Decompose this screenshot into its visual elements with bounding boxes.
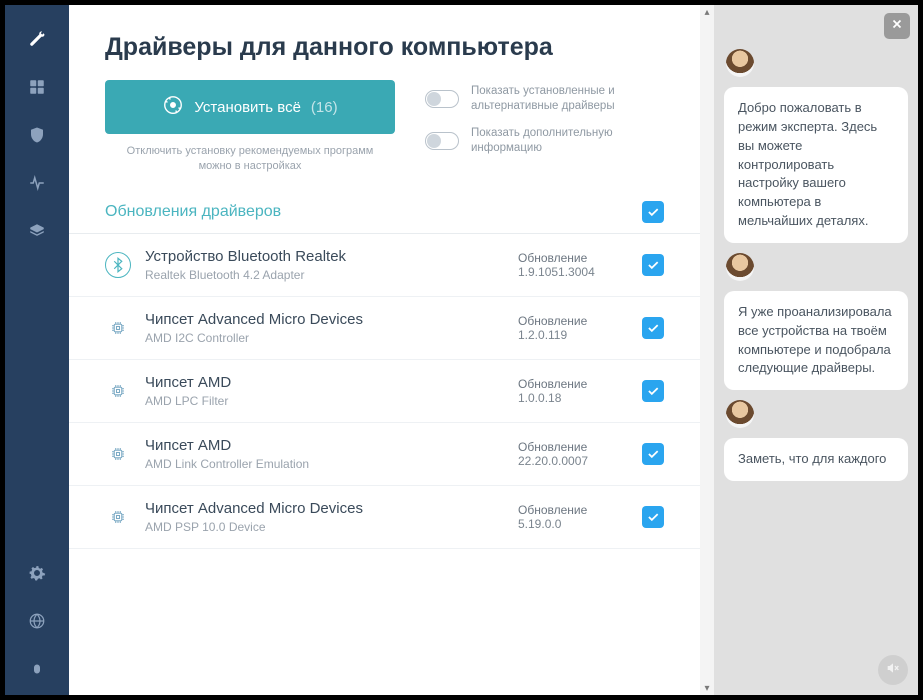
driver-info: Чипсет AMD AMD Link Controller Emulation — [145, 437, 504, 471]
driver-update: Обновление5.19.0.0 — [518, 503, 628, 531]
driver-list: Устройство Bluetooth Realtek Realtek Blue… — [69, 234, 700, 695]
section-header: Обновления драйверов — [69, 191, 700, 234]
toggle-label: Показать дополнительную информацию — [471, 126, 641, 156]
bluetooth-icon — [105, 252, 131, 278]
update-label: Обновление — [518, 377, 628, 391]
toggles: Показать установленные и альтернативные … — [425, 80, 641, 156]
main-scrollbar[interactable]: ▴ ▾ — [700, 5, 714, 695]
chat-sound-button[interactable] — [878, 655, 908, 685]
install-hint: Отключить установку рекомендуемых програ… — [120, 144, 380, 175]
sidebar-item-grid[interactable] — [5, 65, 69, 113]
shield-icon — [28, 126, 46, 149]
driver-row[interactable]: Чипсет Advanced Micro Devices AMD I2C Con… — [69, 297, 700, 360]
chip-icon — [105, 504, 131, 530]
driver-info: Чипсет Advanced Micro Devices AMD I2C Con… — [145, 311, 504, 345]
sidebar-item-shield[interactable] — [5, 113, 69, 161]
section-title: Обновления драйверов — [105, 203, 642, 221]
wrench-icon — [28, 30, 46, 53]
grid-icon — [28, 78, 46, 101]
sidebar-item-globe[interactable] — [5, 599, 69, 647]
chat-message: Я уже проанализировала все устройства на… — [724, 291, 908, 390]
chip-icon — [105, 378, 131, 404]
update-version: 22.20.0.0007 — [518, 454, 628, 468]
driver-row[interactable]: Чипсет AMD AMD LPC Filter Обновление1.0.0.… — [69, 360, 700, 423]
driver-checkbox[interactable] — [642, 254, 664, 276]
chat-message: Добро пожаловать в режим эксперта. Здесь… — [724, 87, 908, 243]
switch-icon[interactable] — [425, 90, 459, 108]
update-label: Обновление — [518, 314, 628, 328]
sidebar-item-bug[interactable] — [5, 647, 69, 695]
page-title: Драйверы для данного компьютера — [105, 33, 664, 62]
driver-sub: AMD Link Controller Emulation — [145, 457, 504, 471]
chip-icon — [105, 315, 131, 341]
driver-info: Чипсет AMD AMD LPC Filter — [145, 374, 504, 408]
driver-checkbox[interactable] — [642, 380, 664, 402]
driver-row[interactable]: Чипсет AMD AMD Link Controller Emulation О… — [69, 423, 700, 486]
layers-icon — [28, 222, 46, 245]
driver-checkbox[interactable] — [642, 317, 664, 339]
driver-update: Обновление1.0.0.18 — [518, 377, 628, 405]
driver-update: Обновление22.20.0.0007 — [518, 440, 628, 468]
disc-icon — [162, 94, 184, 120]
update-version: 1.9.1051.3004 — [518, 265, 628, 279]
driver-name: Чипсет AMD — [145, 437, 504, 454]
driver-info: Чипсет Advanced Micro Devices AMD PSP 10.… — [145, 500, 504, 534]
update-label: Обновление — [518, 251, 628, 265]
driver-checkbox[interactable] — [642, 506, 664, 528]
chat-panel: Добро пожаловать в режим эксперта. Здесь… — [714, 5, 918, 695]
toggle-label: Показать установленные и альтернативные … — [471, 84, 641, 114]
avatar — [726, 49, 754, 77]
sidebar-item-activity[interactable] — [5, 161, 69, 209]
scroll-up-icon[interactable]: ▴ — [700, 5, 714, 19]
driver-sub: AMD LPC Filter — [145, 394, 504, 408]
update-version: 1.2.0.119 — [518, 328, 628, 342]
main-header: Драйверы для данного компьютера — [69, 5, 700, 80]
install-block: Установить всё (16) Отключить установку … — [105, 80, 395, 175]
update-version: 5.19.0.0 — [518, 517, 628, 531]
driver-sub: AMD I2C Controller — [145, 331, 504, 345]
driver-name: Устройство Bluetooth Realtek — [145, 248, 504, 265]
sidebar — [5, 5, 69, 695]
switch-icon[interactable] — [425, 132, 459, 150]
bug-icon — [28, 660, 46, 683]
chip-icon — [105, 441, 131, 467]
driver-sub: Realtek Bluetooth 4.2 Adapter — [145, 268, 504, 282]
avatar — [726, 253, 754, 281]
gear-icon — [28, 564, 46, 587]
toggle-show-installed[interactable]: Показать установленные и альтернативные … — [425, 84, 641, 114]
chat-message: Заметь, что для каждого — [724, 438, 908, 481]
avatar — [726, 400, 754, 428]
driver-row[interactable]: Устройство Bluetooth Realtek Realtek Blue… — [69, 234, 700, 297]
driver-name: Чипсет AMD — [145, 374, 504, 391]
toggle-show-details[interactable]: Показать дополнительную информацию — [425, 126, 641, 156]
driver-update: Обновление1.9.1051.3004 — [518, 251, 628, 279]
close-icon — [890, 17, 904, 36]
update-label: Обновление — [518, 440, 628, 454]
actions-row: Установить всё (16) Отключить установку … — [69, 80, 700, 191]
driver-sub: AMD PSP 10.0 Device — [145, 520, 504, 534]
driver-update: Обновление1.2.0.119 — [518, 314, 628, 342]
update-version: 1.0.0.18 — [518, 391, 628, 405]
install-all-button[interactable]: Установить всё (16) — [105, 80, 395, 134]
globe-icon — [28, 612, 46, 635]
driver-checkbox[interactable] — [642, 443, 664, 465]
sidebar-item-tools[interactable] — [5, 17, 69, 65]
driver-info: Устройство Bluetooth Realtek Realtek Blue… — [145, 248, 504, 282]
driver-name: Чипсет Advanced Micro Devices — [145, 500, 504, 517]
scroll-down-icon[interactable]: ▾ — [700, 681, 714, 695]
app-window: Драйверы для данного компьютера Установи… — [4, 4, 919, 696]
section-checkbox[interactable] — [642, 201, 664, 223]
install-count: (16) — [311, 99, 338, 116]
driver-row[interactable]: Чипсет Advanced Micro Devices AMD PSP 10.… — [69, 486, 700, 549]
activity-icon — [28, 174, 46, 197]
update-label: Обновление — [518, 503, 628, 517]
main-panel: Драйверы для данного компьютера Установи… — [69, 5, 700, 695]
chat-close-button[interactable] — [884, 13, 910, 39]
driver-name: Чипсет Advanced Micro Devices — [145, 311, 504, 328]
sidebar-item-layers[interactable] — [5, 209, 69, 257]
chat-body: Добро пожаловать в режим эксперта. Здесь… — [714, 5, 918, 695]
speaker-muted-icon — [885, 660, 901, 681]
sidebar-item-settings[interactable] — [5, 551, 69, 599]
install-label: Установить всё — [194, 99, 301, 116]
